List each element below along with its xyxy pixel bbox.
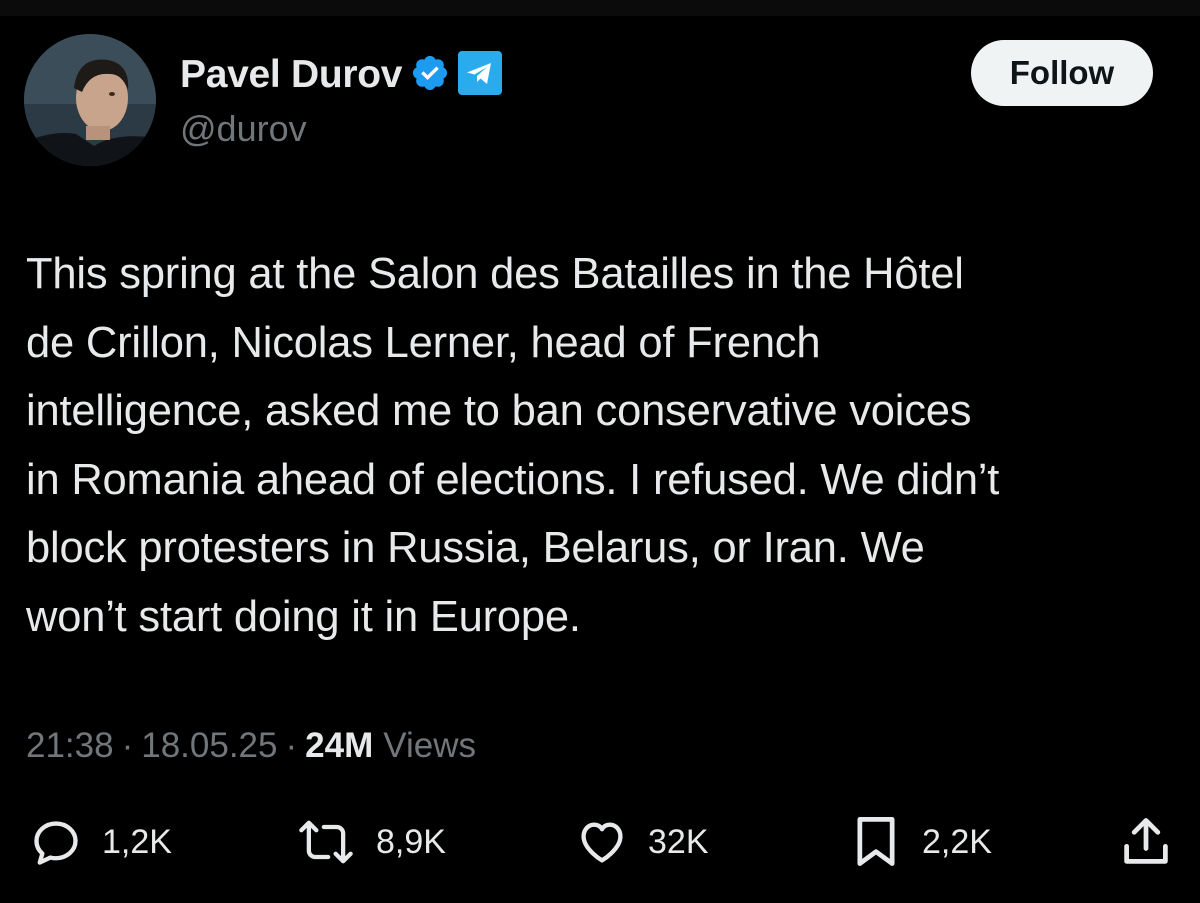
handle[interactable]: @durov <box>180 108 307 150</box>
reply-icon <box>34 821 78 865</box>
repost-button[interactable]: 8,9K <box>296 812 446 872</box>
like-count: 32K <box>648 822 709 861</box>
follow-button[interactable]: Follow <box>971 40 1153 106</box>
avatar-image <box>24 34 156 166</box>
reply-count: 1,2K <box>102 822 172 861</box>
bookmark-button[interactable]: 2,2K <box>850 812 992 872</box>
bookmark-icon <box>857 817 895 866</box>
repost-count: 8,9K <box>376 822 446 861</box>
repost-icon <box>299 820 353 864</box>
meta-separator: · <box>121 726 134 765</box>
display-name[interactable]: Pavel Durov <box>180 53 402 97</box>
telegram-icon <box>458 50 503 100</box>
heart-icon <box>581 822 623 863</box>
verified-badge-icon <box>410 53 450 98</box>
tweet-time[interactable]: 21:38 <box>26 726 114 766</box>
action-bar: 1,2K 8,9K 32K 2,2K <box>0 812 1200 872</box>
bookmark-count: 2,2K <box>922 822 992 861</box>
tweet-header: Pavel Durov @durov Follow <box>0 0 1200 200</box>
tweet-text: This spring at the Salon des Batailles i… <box>26 250 1000 641</box>
share-button[interactable] <box>1120 812 1172 872</box>
meta-separator: · <box>285 726 298 765</box>
tweet-date[interactable]: 18.05.25 <box>141 726 277 766</box>
reply-button[interactable]: 1,2K <box>30 812 172 872</box>
name-row: Pavel Durov <box>180 50 503 100</box>
views-count[interactable]: 24M <box>305 726 373 766</box>
share-icon <box>1124 818 1168 864</box>
views-label: Views <box>383 726 476 765</box>
like-button[interactable]: 32K <box>576 812 709 872</box>
tweet-meta: 21:38 · 18.05.25 · 24M Views <box>26 722 476 770</box>
avatar[interactable] <box>24 34 156 166</box>
